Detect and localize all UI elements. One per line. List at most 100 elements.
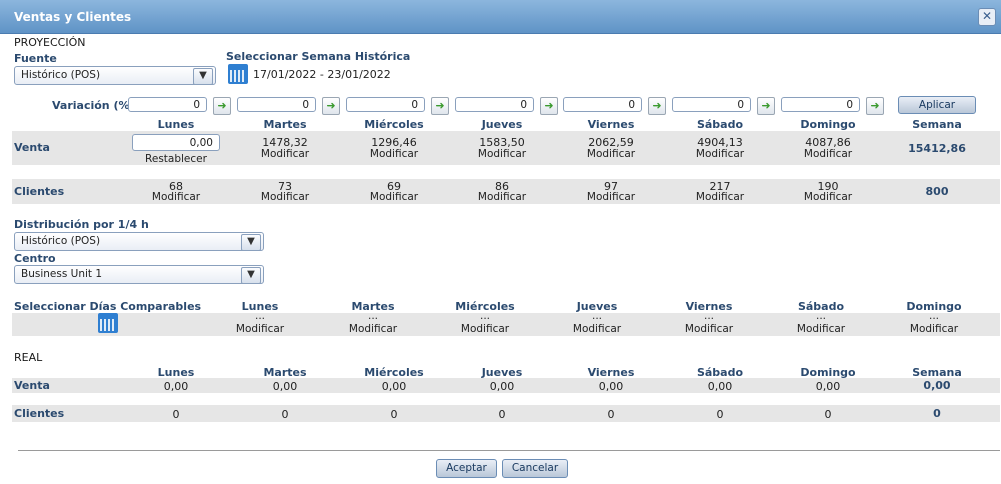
chevron-down-icon[interactable]: ▼ — [241, 234, 261, 251]
real-clientes-martes: 0 — [281, 408, 289, 421]
aceptar-button[interactable]: Aceptar — [436, 459, 497, 478]
centro-label: Centro — [14, 252, 56, 265]
apply-arrow-icon[interactable]: ➜ — [540, 97, 558, 115]
venta-input-lunes[interactable]: 0,00 — [132, 134, 220, 151]
modificar-link[interactable]: Modificar — [318, 323, 428, 335]
modificar-link[interactable]: Modificar — [879, 323, 989, 335]
modificar-link[interactable]: Modificar — [556, 148, 666, 160]
real-clientes-miercoles: 0 — [390, 408, 398, 421]
semana-range: 17/01/2022 - 23/01/2022 — [253, 68, 391, 81]
variacion-input-martes[interactable]: 0 — [237, 97, 316, 112]
proyeccion-section-title: PROYECCIÓN — [14, 36, 86, 49]
modificar-link[interactable]: Modificar — [447, 191, 557, 203]
modificar-link[interactable]: Modificar — [665, 148, 775, 160]
real-venta-miercoles: 0,00 — [381, 380, 407, 393]
modificar-link[interactable]: Modificar — [766, 323, 876, 335]
comparables-placeholder: ... — [591, 310, 602, 322]
aplicar-button[interactable]: Aplicar — [898, 96, 976, 114]
variacion-input-sabado[interactable]: 0 — [672, 97, 751, 112]
chevron-down-icon[interactable]: ▼ — [193, 68, 213, 85]
modificar-link[interactable]: Modificar — [339, 191, 449, 203]
real-venta-label: Venta — [14, 379, 50, 392]
venta-label: Venta — [14, 141, 50, 154]
footer-divider — [18, 450, 1000, 451]
real-venta-viernes: 0,00 — [598, 380, 624, 393]
modificar-link[interactable]: Modificar — [230, 191, 340, 203]
window-title: Ventas y Clientes — [14, 10, 132, 24]
clientes-label: Clientes — [14, 185, 65, 198]
venta-semana-total: 15412,86 — [908, 142, 966, 155]
distribucion-select-value: Histórico (POS) — [21, 235, 101, 247]
header-viernes: Viernes — [587, 118, 635, 131]
variacion-input-jueves[interactable]: 0 — [455, 97, 534, 112]
real-clientes-viernes: 0 — [607, 408, 615, 421]
header-lunes: Lunes — [157, 118, 195, 131]
real-clientes-lunes: 0 — [172, 408, 180, 421]
modificar-link[interactable]: Modificar — [230, 148, 340, 160]
variacion-input-viernes[interactable]: 0 — [563, 97, 642, 112]
real-clientes-label: Clientes — [14, 407, 65, 420]
real-section-title: REAL — [14, 351, 43, 364]
modificar-link[interactable]: Modificar — [773, 148, 883, 160]
fuente-select[interactable]: Histórico (POS) ▼ — [14, 66, 216, 85]
apply-arrow-icon[interactable]: ➜ — [431, 97, 449, 115]
apply-arrow-icon[interactable]: ➜ — [757, 97, 775, 115]
modificar-link[interactable]: Modificar — [205, 323, 315, 335]
real-venta-jueves: 0,00 — [489, 380, 515, 393]
comparables-placeholder: ... — [254, 310, 265, 322]
clientes-semana-total: 800 — [925, 185, 949, 198]
real-venta-sabado: 0,00 — [707, 380, 733, 393]
real-clientes-domingo: 0 — [824, 408, 832, 421]
header-sabado: Sábado — [696, 118, 744, 131]
close-icon[interactable]: ✕ — [978, 8, 996, 26]
modificar-link[interactable]: Modificar — [654, 323, 764, 335]
centro-select-value: Business Unit 1 — [21, 268, 103, 280]
apply-arrow-icon[interactable]: ➜ — [866, 97, 884, 115]
real-venta-domingo: 0,00 — [815, 380, 841, 393]
apply-arrow-icon[interactable]: ➜ — [648, 97, 666, 115]
cancelar-button[interactable]: Cancelar — [502, 459, 568, 478]
comparables-placeholder: ... — [367, 310, 378, 322]
calendar-icon[interactable] — [228, 64, 248, 84]
comparables-placeholder: ... — [703, 310, 714, 322]
comparables-placeholder: ... — [479, 310, 490, 322]
modificar-link[interactable]: Modificar — [665, 191, 775, 203]
comparables-placeholder: ... — [928, 310, 939, 322]
comparables-placeholder: ... — [815, 310, 826, 322]
real-clientes-sabado: 0 — [716, 408, 724, 421]
header-jueves: Jueves — [481, 118, 523, 131]
modificar-link[interactable]: Modificar — [542, 323, 652, 335]
fuente-select-value: Histórico (POS) — [21, 69, 101, 81]
real-venta-semana: 0,00 — [923, 379, 951, 392]
header-domingo: Domingo — [800, 118, 856, 131]
modificar-link[interactable]: Modificar — [773, 191, 883, 203]
modificar-link[interactable]: Modificar — [121, 191, 231, 203]
modificar-link[interactable]: Modificar — [447, 148, 557, 160]
modificar-link[interactable]: Modificar — [556, 191, 666, 203]
header-miercoles: Miércoles — [364, 118, 424, 131]
window-titlebar — [0, 0, 1001, 34]
real-clientes-jueves: 0 — [498, 408, 506, 421]
distribucion-label: Distribución por 1/4 h — [14, 218, 149, 231]
real-clientes-semana: 0 — [933, 407, 941, 420]
centro-select[interactable]: Business Unit 1 ▼ — [14, 265, 264, 284]
apply-arrow-icon[interactable]: ➜ — [322, 97, 340, 115]
header-martes: Martes — [263, 118, 307, 131]
modificar-link[interactable]: Modificar — [339, 148, 449, 160]
variacion-input-miercoles[interactable]: 0 — [346, 97, 425, 112]
modificar-link[interactable]: Modificar — [430, 323, 540, 335]
variacion-input-lunes[interactable]: 0 — [128, 97, 207, 112]
real-venta-martes: 0,00 — [272, 380, 298, 393]
variacion-label: Variación (%): — [52, 99, 139, 112]
restablecer-link[interactable]: Restablecer — [121, 153, 231, 165]
variacion-input-domingo[interactable]: 0 — [781, 97, 860, 112]
comparables-label: Seleccionar Días Comparables — [14, 300, 202, 313]
apply-arrow-icon[interactable]: ➜ — [213, 97, 231, 115]
chevron-down-icon[interactable]: ▼ — [241, 267, 261, 284]
fuente-label: Fuente — [14, 52, 57, 65]
distribucion-select[interactable]: Histórico (POS) ▼ — [14, 232, 264, 251]
header-semana: Semana — [912, 118, 962, 131]
semana-historica-label: Seleccionar Semana Histórica — [226, 50, 411, 63]
real-venta-lunes: 0,00 — [163, 380, 189, 393]
calendar-icon[interactable] — [98, 313, 118, 333]
